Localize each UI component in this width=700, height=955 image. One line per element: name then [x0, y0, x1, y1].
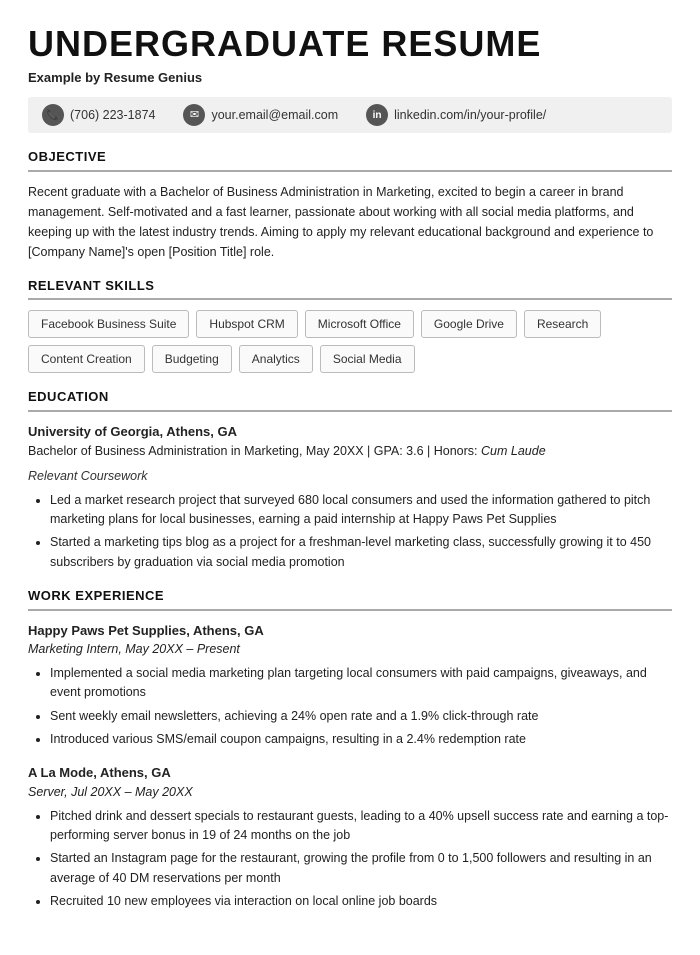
linkedin-value: linkedin.com/in/your-profile/ — [394, 106, 546, 125]
skills-heading: RELEVANT SKILLS — [28, 276, 672, 301]
work-heading: WORK EXPERIENCE — [28, 586, 672, 611]
work-bullet: Pitched drink and dessert specials to re… — [50, 807, 672, 846]
work-employer: Happy Paws Pet Supplies, Athens, GA — [28, 621, 672, 641]
work-bullet: Introduced various SMS/email coupon camp… — [50, 730, 672, 749]
work-employer: A La Mode, Athens, GA — [28, 763, 672, 783]
degree-line: Bachelor of Business Administration in M… — [28, 442, 672, 461]
education-bullet: Started a marketing tips blog as a proje… — [50, 533, 672, 572]
skill-tag: Hubspot CRM — [196, 310, 297, 338]
school-name: University of Georgia, Athens, GA — [28, 422, 672, 442]
skill-tag: Analytics — [239, 345, 313, 373]
resume-title: UNDERGRADUATE RESUME — [28, 24, 672, 64]
education-bullet: Led a market research project that surve… — [50, 491, 672, 530]
skill-tag: Content Creation — [28, 345, 145, 373]
skill-tag: Google Drive — [421, 310, 517, 338]
work-bullets: Implemented a social media marketing pla… — [28, 664, 672, 750]
work-bullet: Recruited 10 new employees via interacti… — [50, 892, 672, 911]
objective-heading: OBJECTIVE — [28, 147, 672, 172]
phone-icon: 📞 — [42, 104, 64, 126]
work-title: Server, Jul 20XX – May 20XX — [28, 783, 672, 802]
skill-tag: Facebook Business Suite — [28, 310, 189, 338]
skill-tag: Social Media — [320, 345, 415, 373]
skills-grid: Facebook Business SuiteHubspot CRM Micros… — [28, 310, 672, 373]
skill-tag: Budgeting — [152, 345, 232, 373]
work-bullet: Implemented a social media marketing pla… — [50, 664, 672, 703]
work-bullet: Started an Instagram page for the restau… — [50, 849, 672, 888]
resume-subtitle: Example by Resume Genius — [28, 68, 672, 88]
phone-contact: 📞 (706) 223-1874 — [42, 104, 155, 126]
phone-value: (706) 223-1874 — [70, 106, 155, 125]
education-bullets: Led a market research project that surve… — [28, 491, 672, 573]
resume-page: UNDERGRADUATE RESUME Example by Resume G… — [0, 0, 700, 955]
work-block: A La Mode, Athens, GAServer, Jul 20XX – … — [28, 763, 672, 911]
work-title: Marketing Intern, May 20XX – Present — [28, 640, 672, 659]
skill-tag: Microsoft Office — [305, 310, 414, 338]
education-heading: EDUCATION — [28, 387, 672, 412]
objective-text: Recent graduate with a Bachelor of Busin… — [28, 182, 672, 262]
degree-text: Bachelor of Business Administration in M… — [28, 444, 478, 458]
email-value: your.email@email.com — [211, 106, 338, 125]
work-block: Happy Paws Pet Supplies, Athens, GAMarke… — [28, 621, 672, 750]
work-bullets: Pitched drink and dessert specials to re… — [28, 807, 672, 912]
linkedin-icon: in — [366, 104, 388, 126]
skill-tag: Research — [524, 310, 601, 338]
contact-bar: 📞 (706) 223-1874 ✉ your.email@email.com … — [28, 97, 672, 133]
linkedin-contact: in linkedin.com/in/your-profile/ — [366, 104, 546, 126]
education-block: University of Georgia, Athens, GA Bachel… — [28, 422, 672, 573]
work-bullet: Sent weekly email newsletters, achieving… — [50, 707, 672, 726]
coursework-label: Relevant Coursework — [28, 467, 672, 486]
email-icon: ✉ — [183, 104, 205, 126]
work-container: Happy Paws Pet Supplies, Athens, GAMarke… — [28, 621, 672, 912]
honors-text: Cum Laude — [481, 444, 546, 458]
email-contact: ✉ your.email@email.com — [183, 104, 338, 126]
